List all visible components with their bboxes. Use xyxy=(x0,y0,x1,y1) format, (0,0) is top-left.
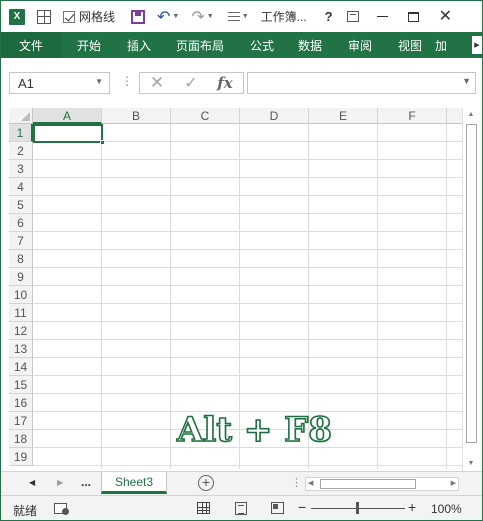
vertical-scroll-thumb[interactable] xyxy=(466,124,477,443)
tab-split-grip-icon[interactable]: ⋮ xyxy=(291,476,302,489)
horizontal-scroll-thumb[interactable] xyxy=(320,479,416,489)
tab-scroll-right-icon[interactable]: ▶ xyxy=(472,36,482,54)
active-cell[interactable] xyxy=(33,124,103,143)
row-header-11[interactable]: 11 xyxy=(9,304,33,322)
insert-function-icon[interactable]: fx xyxy=(208,74,242,92)
zoom-in-button[interactable]: + xyxy=(408,499,416,515)
minimize-button[interactable] xyxy=(376,16,388,17)
keyboard-shortcut-overlay: Alt + F8 xyxy=(176,409,333,451)
tab-file[interactable]: 文件 xyxy=(1,32,61,58)
row-header-9[interactable]: 9 xyxy=(9,268,33,286)
macro-recording-icon[interactable] xyxy=(54,503,69,515)
vertical-scrollbar[interactable]: ▲ ▼ xyxy=(462,108,478,475)
chevron-down-icon[interactable]: ▼ xyxy=(95,77,103,86)
column-header-b[interactable]: B xyxy=(102,108,171,124)
gridlines-label: 网格线 xyxy=(79,10,116,24)
row-header-1[interactable]: 1 xyxy=(9,124,33,142)
tab-review[interactable]: 审阅 xyxy=(335,32,385,58)
row-header-10[interactable]: 10 xyxy=(9,286,33,304)
row-header-19[interactable]: 19 xyxy=(9,448,33,466)
add-sheet-icon[interactable]: + xyxy=(198,475,214,491)
select-all-button[interactable] xyxy=(9,108,33,124)
ribbon-display-options-icon[interactable] xyxy=(346,11,359,22)
tab-insert[interactable]: 插入 xyxy=(117,32,161,58)
column-header-f[interactable]: F xyxy=(378,108,447,124)
zoom-slider-thumb[interactable] xyxy=(356,502,359,514)
tab-formulas[interactable]: 公式 xyxy=(239,32,285,58)
sheet-tab-active[interactable]: Sheet3 xyxy=(101,472,167,494)
title-bar: X 网格线 ↶ ▼ ↷ ▼ ▼ 工作簿... ? ✕ xyxy=(1,1,482,32)
row-header-14[interactable]: 14 xyxy=(9,358,33,376)
row-header-7[interactable]: 7 xyxy=(9,232,33,250)
excel-window: X 网格线 ↶ ▼ ↷ ▼ ▼ 工作簿... ? ✕ 文件 开始 插入 页面布局… xyxy=(0,0,483,521)
tab-page-layout[interactable]: 页面布局 xyxy=(161,32,239,58)
formula-input[interactable]: ▼ xyxy=(247,72,476,94)
name-box-value: A1 xyxy=(18,75,34,91)
close-button[interactable]: ✕ xyxy=(439,8,452,25)
normal-view-icon[interactable] xyxy=(197,502,210,514)
status-bar: 就绪 − + 100% xyxy=(1,495,482,520)
formula-buttons: ✕ ✓ fx xyxy=(139,72,244,94)
table-grid-icon[interactable] xyxy=(37,9,51,24)
expand-formula-bar-icon[interactable]: ▼ xyxy=(462,76,471,86)
customize-toolbar-icon[interactable] xyxy=(227,12,240,21)
row-header-13[interactable]: 13 xyxy=(9,340,33,358)
next-sheet-icon[interactable]: ▶ xyxy=(57,478,63,487)
tab-data[interactable]: 数据 xyxy=(285,32,335,58)
tab-view[interactable]: 视图 xyxy=(385,32,435,58)
formula-bar: A1 ▼ ⋮ ✕ ✓ fx ▼ xyxy=(1,58,482,104)
save-icon[interactable] xyxy=(131,9,146,24)
row-header-16[interactable]: 16 xyxy=(9,394,33,412)
undo-dropdown-icon[interactable]: ▼ xyxy=(172,13,179,20)
scroll-down-icon[interactable]: ▼ xyxy=(465,460,477,470)
name-box[interactable]: A1 ▼ xyxy=(9,72,110,94)
more-sheets-button[interactable]: ... xyxy=(81,475,91,489)
scroll-right-icon[interactable]: ▶ xyxy=(451,479,456,487)
row-header-4[interactable]: 4 xyxy=(9,178,33,196)
column-header-e[interactable]: E xyxy=(309,108,378,124)
row-header-12[interactable]: 12 xyxy=(9,322,33,340)
status-ready-text: 就绪 xyxy=(13,504,38,518)
formula-bar-grip-icon[interactable]: ⋮ xyxy=(121,74,133,88)
redo-dropdown-icon[interactable]: ▼ xyxy=(207,13,214,20)
scroll-left-icon[interactable]: ◀ xyxy=(308,479,313,487)
column-header-d[interactable]: D xyxy=(240,108,309,124)
row-header-8[interactable]: 8 xyxy=(9,250,33,268)
column-header-c[interactable]: C xyxy=(171,108,240,124)
page-layout-view-icon[interactable] xyxy=(235,502,247,515)
maximize-button[interactable] xyxy=(407,11,419,22)
row-header-17[interactable]: 17 xyxy=(9,412,33,430)
fill-handle[interactable] xyxy=(100,140,105,145)
column-header-partial[interactable] xyxy=(447,108,462,124)
column-header-a[interactable]: A xyxy=(33,108,102,124)
tab-addins[interactable]: 加 xyxy=(435,32,461,58)
row-header-5[interactable]: 5 xyxy=(9,196,33,214)
customize-dropdown-icon[interactable]: ▼ xyxy=(242,13,249,20)
excel-logo-icon[interactable]: X xyxy=(9,8,25,25)
sheet-tabs-bar: ◀ ▶ ... Sheet3 + ⋮ ◀ ▶ xyxy=(1,471,482,495)
ribbon-tabs: 文件 开始 插入 页面布局 公式 数据 审阅 视图 加 ▶ xyxy=(1,32,482,58)
row-header-6[interactable]: 6 xyxy=(9,214,33,232)
zoom-out-button[interactable]: − xyxy=(298,499,306,515)
redo-icon[interactable]: ↷ xyxy=(191,7,204,27)
gridlines-checkbox[interactable] xyxy=(63,10,75,23)
row-header-3[interactable]: 3 xyxy=(9,160,33,178)
enter-check-icon[interactable]: ✓ xyxy=(174,73,208,93)
row-header-18[interactable]: 18 xyxy=(9,430,33,448)
row-header-15[interactable]: 15 xyxy=(9,376,33,394)
scroll-up-icon[interactable]: ▲ xyxy=(465,111,477,121)
row-header-2[interactable]: 2 xyxy=(9,142,33,160)
document-title: 工作簿... xyxy=(260,10,307,24)
undo-icon[interactable]: ↶ xyxy=(157,7,170,27)
help-button[interactable]: ? xyxy=(325,9,333,24)
zoom-level[interactable]: 100% xyxy=(431,502,462,516)
previous-sheet-icon[interactable]: ◀ xyxy=(29,478,35,487)
tab-home[interactable]: 开始 xyxy=(61,32,117,58)
horizontal-scrollbar[interactable]: ◀ ▶ xyxy=(305,477,459,491)
page-break-preview-icon[interactable] xyxy=(271,502,284,514)
cancel-icon[interactable]: ✕ xyxy=(140,73,174,93)
